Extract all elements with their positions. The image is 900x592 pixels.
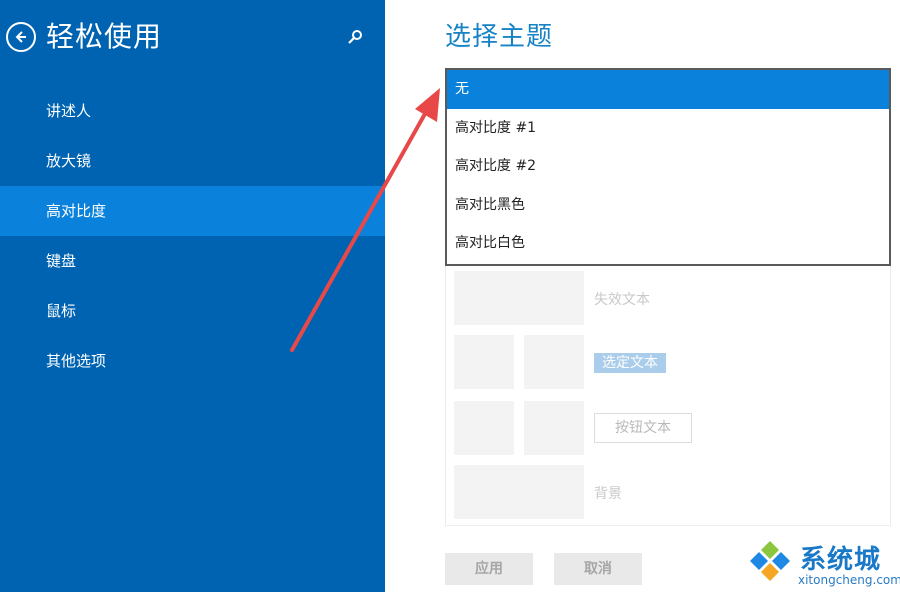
nav-item-mouse[interactable]: 鼠标 xyxy=(0,286,385,336)
nav-list: 讲述人 放大镜 高对比度 键盘 鼠标 其他选项 xyxy=(0,86,385,386)
brand-logo-icon xyxy=(750,541,790,581)
apply-button[interactable]: 应用 xyxy=(445,553,533,585)
preview-swatch xyxy=(454,335,514,389)
nav-item-keyboard[interactable]: 键盘 xyxy=(0,236,385,286)
watermark-brand: 系统城 xyxy=(800,545,882,575)
theme-option-high-contrast-white[interactable]: 高对比白色 xyxy=(447,224,889,263)
preview-button-text: 按钮文本 xyxy=(594,413,692,443)
nav-item-narrator[interactable]: 讲述人 xyxy=(0,86,385,136)
search-icon xyxy=(348,30,362,44)
preview-swatch xyxy=(454,401,514,455)
watermark-url: xitongcheng.com xyxy=(798,573,900,587)
page-title: 选择主题 xyxy=(445,22,554,52)
theme-dropdown-list[interactable]: 无 高对比度 #1 高对比度 #2 高对比黑色 高对比白色 xyxy=(445,68,891,266)
preview-selected-text: 选定文本 xyxy=(594,353,666,373)
nav-item-other-options[interactable]: 其他选项 xyxy=(0,336,385,386)
theme-option-high-contrast-2[interactable]: 高对比度 #2 xyxy=(447,147,889,186)
nav-title: 轻松使用 xyxy=(46,20,163,53)
nav-item-high-contrast[interactable]: 高对比度 xyxy=(0,186,385,236)
back-arrow-icon xyxy=(15,31,26,43)
theme-option-high-contrast-black[interactable]: 高对比黑色 xyxy=(447,186,889,225)
preview-swatch xyxy=(454,465,584,519)
settings-nav-pane: 轻松使用 讲述人 放大镜 高对比度 键盘 鼠标 其他选项 xyxy=(0,0,385,592)
nav-item-magnifier[interactable]: 放大镜 xyxy=(0,136,385,186)
watermark: 系统城 xitongcheng.com xyxy=(745,537,900,589)
preview-swatch xyxy=(454,271,584,325)
cancel-button[interactable]: 取消 xyxy=(554,553,642,585)
preview-background-text: 背景 xyxy=(594,486,622,502)
preview-disabled-text: 失效文本 xyxy=(594,292,650,308)
theme-option-high-contrast-1[interactable]: 高对比度 #1 xyxy=(447,109,889,148)
preview-swatch xyxy=(524,401,584,455)
preview-swatch xyxy=(524,335,584,389)
main-content: 选择主题 失效文本 选定文本 按钮文本 背景 无 高对比度 #1 高对比度 #2… xyxy=(385,0,900,592)
theme-option-none[interactable]: 无 xyxy=(447,70,889,109)
search-button[interactable] xyxy=(344,26,366,48)
back-button[interactable] xyxy=(6,22,36,52)
